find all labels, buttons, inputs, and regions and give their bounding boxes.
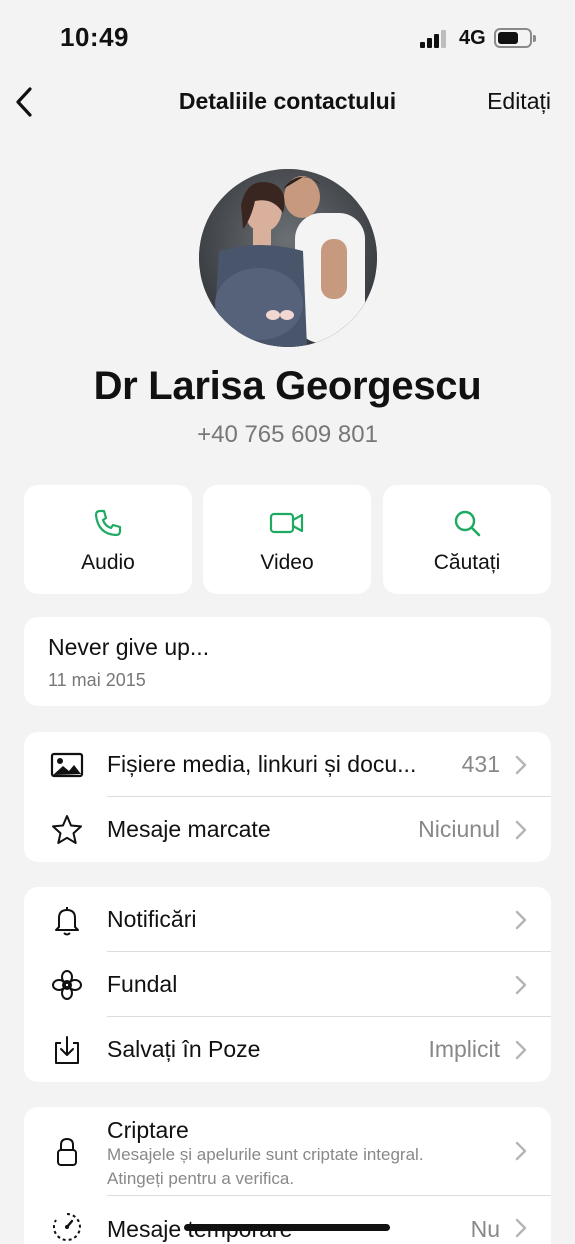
encryption-label: Criptare: [107, 1117, 189, 1143]
bell-icon: [50, 903, 84, 937]
media-links-docs-label: Fișiere media, linkuri și docu...: [107, 751, 417, 777]
chevron-right-icon: [515, 755, 527, 775]
image-icon: [50, 748, 84, 782]
encryption-row[interactable]: Criptare Mesajele și apelurile sunt crip…: [24, 1107, 551, 1195]
action-buttons: Audio Video Căutați: [24, 485, 551, 594]
download-icon: [50, 1033, 84, 1067]
video-label: Video: [260, 551, 314, 574]
chevron-right-icon: [515, 820, 527, 840]
save-to-photos-label: Salvați în Poze: [107, 1036, 261, 1062]
disappearing-messages-row[interactable]: Mesaje temporare Nu: [24, 1196, 551, 1244]
save-to-photos-value: Implicit: [428, 1036, 500, 1062]
save-to-photos-row[interactable]: Salvați în Poze Implicit: [24, 1017, 551, 1082]
battery-icon: [494, 28, 536, 48]
lock-icon: [50, 1135, 84, 1169]
chevron-right-icon: [515, 975, 527, 995]
audio-call-button[interactable]: Audio: [24, 485, 192, 594]
contact-name: Dr Larisa Georgescu: [93, 364, 482, 408]
network-label: 4G: [459, 27, 486, 49]
wallpaper-label: Fundal: [107, 971, 178, 997]
media-card: Fișiere media, linkuri și docu... 431 Me…: [24, 732, 551, 862]
video-icon: [203, 507, 371, 539]
phone-icon: [24, 507, 192, 539]
home-indicator[interactable]: [184, 1224, 390, 1231]
settings-card: Notificări Fundal Salvați în Poze Implic…: [24, 887, 551, 1082]
encryption-description: Mesajele și apelurile sunt criptate inte…: [107, 1145, 424, 1164]
about-card[interactable]: Never give up... 11 mai 2015: [24, 617, 551, 706]
status-time: 10:49: [60, 22, 129, 52]
notifications-label: Notificări: [107, 906, 197, 932]
chevron-right-icon: [515, 1141, 527, 1161]
media-count: 431: [461, 751, 500, 777]
starred-value: Niciunul: [418, 816, 500, 842]
navigation-bar: Detaliile contactului Editați: [0, 76, 575, 128]
timer-icon: [50, 1210, 84, 1244]
encryption-verify-hint: Atingeți pentru a verifica.: [107, 1169, 295, 1188]
starred-messages-row[interactable]: Mesaje marcate Niciunul: [24, 797, 551, 862]
search-button[interactable]: Căutați: [383, 485, 551, 594]
contact-phone[interactable]: +40 765 609 801: [0, 421, 575, 449]
edit-button[interactable]: Editați: [487, 88, 551, 115]
disappearing-messages-value: Nu: [470, 1216, 500, 1242]
video-call-button[interactable]: Video: [203, 485, 371, 594]
chevron-right-icon: [515, 1040, 527, 1060]
star-icon: [50, 813, 84, 847]
flower-icon: [50, 968, 84, 1002]
audio-label: Audio: [81, 551, 135, 574]
wallpaper-row[interactable]: Fundal: [24, 952, 551, 1017]
chevron-right-icon: [515, 910, 527, 930]
media-links-docs-row[interactable]: Fișiere media, linkuri și docu... 431: [24, 732, 551, 797]
search-label: Căutați: [433, 551, 501, 574]
signal-icon: [420, 30, 450, 48]
search-icon: [383, 507, 551, 539]
about-text: Never give up...: [48, 634, 210, 660]
avatar[interactable]: [199, 169, 377, 347]
chevron-right-icon: [515, 1218, 527, 1238]
about-date: 11 mai 2015: [48, 670, 146, 690]
status-bar: 10:49 4G: [0, 0, 575, 76]
starred-messages-label: Mesaje marcate: [107, 816, 271, 842]
notifications-row[interactable]: Notificări: [24, 887, 551, 952]
